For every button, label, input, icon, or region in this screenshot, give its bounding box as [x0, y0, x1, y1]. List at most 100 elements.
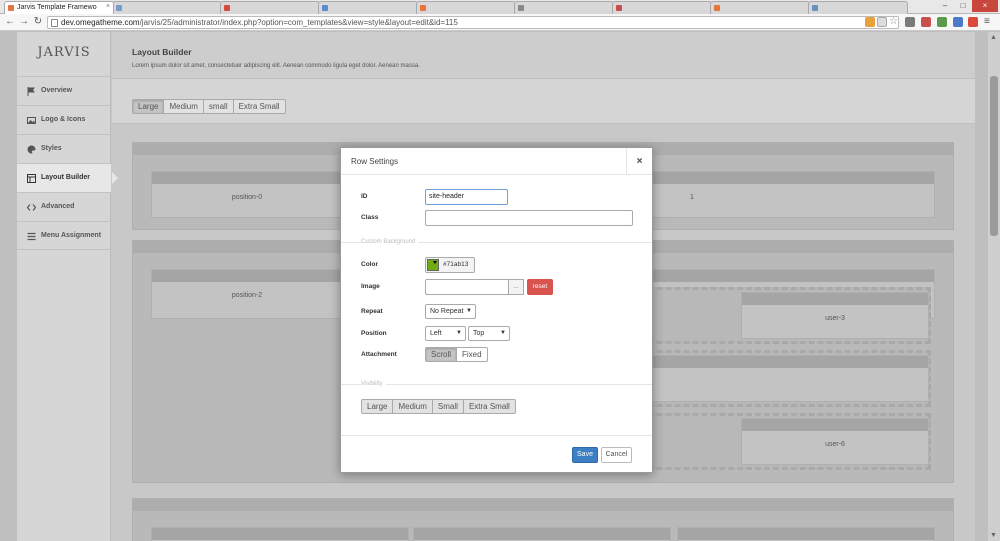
- bookmark-star-icon[interactable]: ☆: [889, 17, 899, 27]
- reload-icon[interactable]: ↻: [32, 16, 44, 28]
- extension-icon[interactable]: [968, 17, 978, 27]
- sidebar-item-layout-builder[interactable]: Layout Builder: [17, 163, 118, 192]
- position-block[interactable]: [151, 527, 409, 541]
- scroll-down-icon[interactable]: ▼: [990, 532, 997, 539]
- extension-icon[interactable]: [877, 17, 887, 27]
- browser-tab-active[interactable]: Jarvis Template Framewo ×: [4, 1, 114, 14]
- back-icon[interactable]: ←: [4, 16, 16, 28]
- repeat-label: Repeat: [361, 308, 383, 315]
- color-picker[interactable]: #71ab13: [425, 257, 475, 273]
- sidebar: JARVIS Overview Logo & Icons Styles Layo…: [17, 32, 118, 541]
- scroll-up-icon[interactable]: ▲: [990, 34, 997, 41]
- layout-section: [132, 498, 954, 541]
- extension-icon[interactable]: [905, 17, 915, 27]
- minimize-icon[interactable]: –: [936, 0, 954, 12]
- extension-icon[interactable]: [953, 17, 963, 27]
- position-bar[interactable]: [152, 528, 408, 540]
- image-input[interactable]: [425, 279, 509, 295]
- browser-tab[interactable]: [514, 1, 614, 14]
- browser-tab[interactable]: [112, 1, 222, 14]
- window-controls: – □ ×: [936, 0, 998, 12]
- position-bar[interactable]: [414, 528, 670, 540]
- image-browse-button[interactable]: ...: [508, 279, 524, 295]
- size-medium-button[interactable]: Medium: [163, 99, 204, 114]
- class-input[interactable]: [425, 210, 633, 226]
- size-small-button[interactable]: small: [202, 99, 234, 114]
- visibility-extra-small-button[interactable]: Extra Small: [462, 399, 516, 414]
- browser-tab-strip: Jarvis Template Framewo × – □ ×: [0, 0, 1000, 14]
- class-label: Class: [361, 214, 379, 221]
- position-block[interactable]: user-3: [741, 292, 929, 339]
- sidebar-item-menu-assignment[interactable]: Menu Assignment: [17, 221, 111, 250]
- select-caret-icon: ▼: [500, 330, 506, 336]
- save-button[interactable]: Save: [572, 447, 598, 463]
- visibility-large-button[interactable]: Large: [361, 399, 394, 414]
- id-input[interactable]: site-header: [425, 189, 508, 205]
- position-bar[interactable]: [678, 528, 934, 540]
- url-host: dev.omegatheme.com: [61, 18, 140, 27]
- attachment-scroll-button[interactable]: Scroll: [425, 347, 458, 362]
- browser-tab[interactable]: [612, 1, 712, 14]
- size-large-button[interactable]: Large: [132, 99, 165, 114]
- tab-favicon-icon: [322, 5, 328, 11]
- browser-tab[interactable]: [710, 1, 810, 14]
- position-block[interactable]: user-6: [741, 418, 929, 465]
- forward-icon[interactable]: →: [18, 16, 30, 28]
- layout-icon: [27, 174, 36, 183]
- url-input[interactable]: dev.omegatheme.com/jarvis/25/administrat…: [47, 16, 899, 29]
- attachment-fixed-button[interactable]: Fixed: [456, 347, 488, 362]
- attachment-label: Attachment: [361, 351, 397, 358]
- modal-title: Row Settings: [351, 157, 399, 166]
- cancel-button[interactable]: Cancel: [601, 447, 632, 463]
- sidebar-item-overview[interactable]: Overview: [17, 76, 111, 105]
- tab-favicon-icon: [420, 5, 426, 11]
- tab-close-icon[interactable]: ×: [106, 3, 110, 10]
- position-block[interactable]: [677, 527, 935, 541]
- extension-icon[interactable]: [937, 17, 947, 27]
- size-extra-small-button[interactable]: Extra Small: [232, 99, 286, 114]
- menu-icon[interactable]: ≡: [984, 17, 994, 27]
- position-label: user-3: [825, 315, 845, 322]
- image-reset-button[interactable]: reset: [527, 279, 553, 295]
- page-title: Layout Builder: [132, 47, 192, 57]
- maximize-icon[interactable]: □: [954, 0, 972, 12]
- extension-icon[interactable]: [865, 17, 875, 27]
- tab-favicon-icon: [812, 5, 818, 11]
- position-x-select[interactable]: Left ▼: [425, 326, 466, 341]
- position-block[interactable]: t: [608, 355, 929, 402]
- visibility-small-button[interactable]: Small: [431, 399, 464, 414]
- image-label: Image: [361, 283, 380, 290]
- footer-divider: [341, 435, 652, 436]
- section-bar[interactable]: [133, 499, 953, 511]
- browser-tab[interactable]: [220, 1, 320, 14]
- palette-icon: [27, 145, 36, 154]
- position-bar[interactable]: [742, 419, 928, 431]
- position-bar[interactable]: [609, 356, 928, 368]
- scrollbar-thumb[interactable]: [990, 76, 998, 236]
- sidebar-item-logo-icons[interactable]: Logo & Icons: [17, 105, 111, 134]
- sidebar-item-label: Styles: [41, 145, 62, 152]
- repeat-select[interactable]: No Repeat ▼: [425, 304, 476, 319]
- position-block[interactable]: [413, 527, 671, 541]
- browser-tab[interactable]: [318, 1, 418, 14]
- browser-tab[interactable]: [416, 1, 516, 14]
- page-scrollbar[interactable]: ▲ ▼: [988, 32, 1000, 541]
- sidebar-item-advanced[interactable]: Advanced: [17, 192, 111, 221]
- url-path: /jarvis/25/administrator/index.php?optio…: [139, 18, 458, 27]
- code-icon: [27, 204, 36, 211]
- page-header: Layout Builder Lorem ipsum dolor sit ame…: [112, 32, 975, 78]
- jarvis-logo: JARVIS: [37, 45, 91, 60]
- color-hex-value: #71ab13: [443, 261, 469, 268]
- modal-close-icon[interactable]: ×: [626, 148, 652, 175]
- sidebar-item-styles[interactable]: Styles: [17, 134, 111, 163]
- window-close-icon[interactable]: ×: [972, 0, 998, 12]
- position-x-value: Left: [430, 330, 442, 337]
- position-y-select[interactable]: Top ▼: [468, 326, 510, 341]
- extension-icon[interactable]: [921, 17, 931, 27]
- visibility-medium-button[interactable]: Medium: [392, 399, 433, 414]
- tab-favicon-icon: [616, 5, 622, 11]
- color-swatch[interactable]: [427, 259, 439, 271]
- sidebar-nav: Overview Logo & Icons Styles Layout Buil…: [17, 76, 118, 250]
- browser-tab[interactable]: [808, 1, 908, 14]
- position-bar[interactable]: [742, 293, 928, 305]
